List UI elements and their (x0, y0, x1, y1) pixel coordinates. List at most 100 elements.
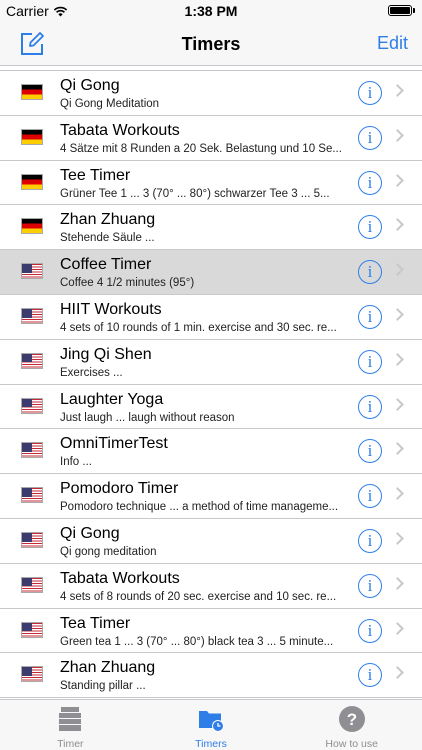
us-flag-icon (21, 352, 43, 369)
chevron-right-icon (391, 666, 404, 680)
edit-button[interactable]: Edit (377, 33, 408, 54)
tab-label: Timer (57, 738, 84, 750)
chevron-right-icon (391, 128, 404, 142)
list-item[interactable]: Pomodoro Timer Pomodoro technique ... a m… (0, 474, 422, 519)
us-flag-icon (21, 397, 43, 414)
tab-how-to-use[interactable]: ? How to use (281, 700, 422, 750)
list-item[interactable]: HIIT Workouts 4 sets of 10 rounds of 1 mi… (0, 294, 422, 340)
list-item[interactable]: Jing Qi Shen Exercises ... i (0, 339, 422, 385)
info-icon[interactable]: i (358, 439, 382, 464)
timer-title: Zhan Zhuang (60, 659, 156, 677)
timer-title: OmniTimerTest (60, 435, 168, 453)
svg-text:?: ? (346, 710, 356, 729)
chevron-right-icon (391, 263, 404, 277)
timers-folder-icon (199, 711, 224, 732)
chevron-right-icon (391, 352, 404, 366)
list-item[interactable]: Laughter Yoga Just laugh ... laugh withou… (0, 384, 422, 430)
timer-subtitle: Just laugh ... laugh without reason (60, 411, 235, 424)
status-time: 1:38 PM (184, 3, 238, 19)
info-icon[interactable]: i (358, 618, 382, 643)
list-item[interactable]: Tabata Workouts 4 sets of 8 rounds of 20 … (0, 563, 422, 609)
list-item[interactable]: Tea Timer Green tea 1 ... 3 (70° ... 80°)… (0, 608, 422, 654)
timer-subtitle: Pomodoro technique ... a method of time … (60, 501, 339, 514)
chevron-right-icon (391, 532, 404, 545)
chevron-right-icon (391, 84, 404, 97)
tab-timer[interactable]: Timer (0, 700, 141, 750)
timer-title: HIIT Workouts (60, 300, 162, 318)
timer-list[interactable]: Qi Gong Qi Gong Meditation i Tabata Workout… (0, 67, 422, 699)
us-flag-icon (21, 487, 43, 504)
chevron-right-icon (391, 576, 404, 590)
info-icon[interactable]: i (358, 170, 382, 195)
chevron-right-icon (391, 173, 404, 187)
list-item[interactable]: Zhan Zhuang Stehende Säule ... i (0, 205, 422, 251)
us-flag-icon (21, 531, 43, 548)
timer-title: Qi Gong (60, 77, 120, 94)
tab-timers[interactable]: Timers (141, 700, 282, 750)
timer-title: Laughter Yoga (60, 390, 164, 408)
us-flag-icon (21, 666, 43, 683)
german-flag-icon (21, 218, 43, 235)
list-item[interactable]: Qi Gong Qi Gong Meditation i (0, 71, 422, 116)
info-icon[interactable]: i (358, 215, 382, 240)
german-flag-icon (21, 173, 43, 190)
timer-title: Zhan Zhuang (60, 211, 156, 229)
german-flag-icon (21, 84, 43, 100)
info-icon[interactable]: i (358, 528, 382, 553)
timer-subtitle: Coffee 4 1/2 minutes (95°) (60, 277, 195, 290)
timer-title: Qi Gong (60, 524, 120, 542)
chevron-right-icon (391, 397, 404, 411)
chevron-right-icon (391, 487, 404, 501)
timer-title: Tabata Workouts (60, 569, 180, 587)
battery-icon (388, 5, 415, 16)
tab-bar: Timer Timers ? How to use (0, 699, 422, 750)
help-icon: ? (338, 706, 365, 732)
timer-subtitle: Qi gong meditation (60, 545, 157, 558)
timer-subtitle: Standing pillar ... (60, 680, 146, 693)
list-item[interactable]: Qi Gong Qi gong meditation i (0, 518, 422, 564)
timer-subtitle: Qi Gong Meditation (60, 98, 160, 110)
timer-subtitle: Grüner Tee 1 ... 3 (70° ... 80°) schwarz… (60, 187, 330, 200)
list-item[interactable]: Coffee Timer Coffee 4 1/2 minutes (95°) i (0, 250, 422, 295)
timer-title: Tea Timer (60, 614, 131, 632)
timer-subtitle: Stehende Säule ... (60, 232, 155, 245)
info-icon[interactable]: i (358, 260, 382, 285)
info-icon[interactable]: i (358, 663, 382, 688)
timer-subtitle: Exercises ... (60, 366, 123, 379)
list-item[interactable]: Tee Timer Grüner Tee 1 ... 3 (70° ... 80°… (0, 160, 422, 206)
page-title: Timers (181, 34, 241, 54)
chevron-right-icon (391, 218, 404, 232)
info-icon[interactable]: i (358, 81, 382, 105)
us-flag-icon (21, 307, 43, 324)
timer-title: Tee Timer (60, 166, 131, 184)
info-icon[interactable]: i (358, 304, 382, 329)
us-flag-icon (21, 576, 43, 593)
info-icon[interactable]: i (358, 484, 382, 509)
us-flag-icon (21, 621, 43, 638)
info-icon[interactable]: i (358, 573, 382, 598)
chevron-right-icon (391, 442, 404, 456)
info-icon[interactable]: i (358, 349, 382, 374)
list-item[interactable]: Zhan Zhuang Standing pillar ... i (0, 653, 422, 699)
timer-subtitle: Green tea 1 ... 3 (70° ... 80°) black te… (60, 635, 334, 648)
timer-subtitle: Info ... (60, 456, 92, 469)
tab-label: Timers (195, 738, 227, 750)
info-icon[interactable]: i (358, 394, 382, 419)
timer-title: Jing Qi Shen (60, 345, 152, 363)
info-icon[interactable]: i (358, 125, 382, 150)
chevron-right-icon (391, 308, 404, 321)
tab-label: How to use (325, 738, 378, 750)
navigation-bar: Timers Edit (0, 22, 422, 66)
timer-stack-icon (59, 707, 82, 731)
timer-subtitle: 4 sets of 8 rounds of 20 sec. exercise a… (60, 590, 337, 603)
us-flag-icon (21, 442, 43, 459)
list-item[interactable]: Tabata Workouts 4 Sätze mit 8 Runden a 20… (0, 115, 422, 161)
timer-subtitle: 4 Sätze mit 8 Runden a 20 Sek. Belastung… (60, 142, 342, 155)
timer-subtitle: 4 sets of 10 rounds of 1 min. exercise a… (60, 321, 337, 334)
timer-title: Coffee Timer (60, 256, 152, 274)
timer-title: Tabata Workouts (60, 121, 180, 139)
chevron-right-icon (391, 621, 404, 635)
timer-title: Pomodoro Timer (60, 480, 179, 498)
status-bar: Carrier 1:38 PM (0, 0, 422, 22)
list-item[interactable]: OmniTimerTest Info ... i (0, 429, 422, 475)
